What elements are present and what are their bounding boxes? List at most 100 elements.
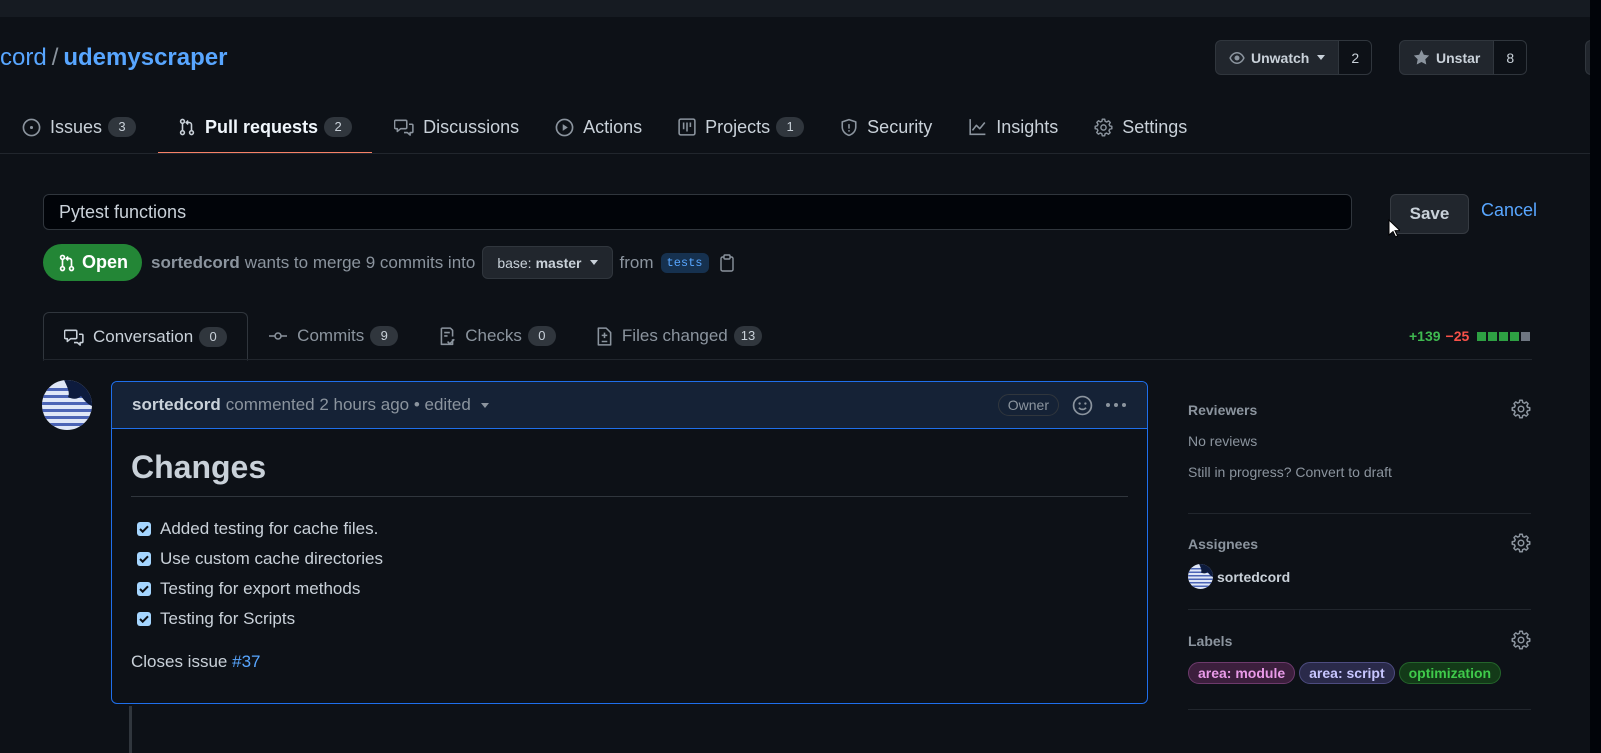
- graph-icon: [969, 119, 986, 136]
- repo-title: cord / udemyscraper: [0, 42, 227, 74]
- tab-projects-label: Projects: [705, 116, 771, 137]
- tab-actions-label: Actions: [583, 116, 643, 137]
- tab-discussions[interactable]: Discussions: [380, 102, 533, 152]
- merge-info: sortedcord wants to merge 9 commits into…: [151, 246, 735, 279]
- repo-separator: /: [51, 44, 59, 71]
- convert-to-draft-link[interactable]: Still in progress? Convert to draft: [1188, 464, 1531, 480]
- label-area-script[interactable]: area: script: [1299, 662, 1395, 684]
- star-icon: [1413, 49, 1430, 65]
- comment-discussion-icon: [64, 329, 84, 346]
- project-board-icon: [678, 118, 696, 136]
- labels-list: area: module area: script optimization: [1188, 662, 1531, 684]
- gear-icon[interactable]: [1511, 630, 1531, 653]
- chevron-down-icon[interactable]: [480, 402, 489, 408]
- diffstat-box: [1521, 331, 1531, 341]
- gear-icon: [1094, 117, 1113, 137]
- projects-counter: 1: [776, 117, 805, 137]
- pull-requests-counter: 2: [324, 117, 353, 137]
- checkbox-checked[interactable]: [137, 552, 151, 566]
- checkbox-checked[interactable]: [137, 612, 151, 626]
- head-branch-link[interactable]: tests: [660, 252, 709, 273]
- gear-icon[interactable]: [1511, 399, 1531, 422]
- checkbox-checked[interactable]: [137, 582, 151, 596]
- issue-link[interactable]: #37: [232, 652, 260, 671]
- tab-projects[interactable]: Projects 1: [664, 102, 818, 152]
- assignee-name: sortedcord: [1217, 568, 1291, 585]
- chevron-down-icon: [589, 260, 598, 265]
- author-avatar[interactable]: [42, 380, 92, 430]
- pr-author-link[interactable]: sortedcord: [151, 253, 240, 273]
- tab-files-changed[interactable]: Files changed 13: [576, 312, 782, 360]
- files-changed-counter: 13: [733, 326, 763, 346]
- save-button[interactable]: Save: [1390, 194, 1469, 234]
- unstar-button[interactable]: Unstar: [1400, 41, 1493, 74]
- comment-author-link[interactable]: sortedcord: [132, 395, 221, 415]
- merge-text: wants to merge 9 commits into: [244, 252, 476, 272]
- checkbox-checked[interactable]: [137, 522, 151, 536]
- diffstat-box: [1477, 331, 1487, 341]
- issue-icon: [22, 118, 41, 136]
- conversation-counter: 0: [199, 326, 228, 347]
- assignees-heading[interactable]: Assignees: [1188, 536, 1531, 552]
- repo-nav: Issues 3 Pull requests 2 Discussions Act…: [0, 102, 1209, 154]
- assignee-item[interactable]: sortedcord: [1188, 564, 1531, 589]
- gear-icon[interactable]: [1511, 533, 1531, 556]
- tab-files-changed-label: Files changed: [621, 326, 728, 345]
- diffstat-box: [1499, 331, 1509, 341]
- base-prefix: base:: [497, 254, 532, 271]
- checklist-icon: [440, 326, 456, 345]
- pr-tabs: Conversation 0 Commits 9 Checks 0 Files …: [43, 312, 782, 361]
- star-button-group: Unstar 8: [1399, 40, 1528, 75]
- labels-heading[interactable]: Labels: [1188, 633, 1531, 649]
- unstar-label: Unstar: [1436, 49, 1481, 66]
- task-list-item: Use custom cache directories: [137, 544, 1128, 574]
- task-list: Added testing for cache files. Use custo…: [131, 514, 1128, 634]
- label-optimization[interactable]: optimization: [1398, 662, 1502, 684]
- timeline-line: [129, 706, 132, 753]
- tab-actions[interactable]: Actions: [541, 102, 656, 152]
- repo-owner-link[interactable]: cord: [0, 44, 47, 71]
- task-list-item: Testing for export methods: [137, 574, 1128, 604]
- tab-issues[interactable]: Issues 3: [0, 102, 150, 152]
- discussions-icon: [394, 119, 414, 136]
- cancel-link[interactable]: Cancel: [1481, 200, 1537, 221]
- no-reviews-text: No reviews: [1188, 433, 1258, 449]
- task-list-item: Testing for Scripts: [137, 604, 1128, 634]
- tab-checks[interactable]: Checks 0: [418, 312, 576, 360]
- unwatch-label: Unwatch: [1251, 49, 1310, 66]
- eye-icon: [1229, 51, 1245, 64]
- tab-security[interactable]: Security: [826, 102, 946, 152]
- reviewers-section: Reviewers No reviews Still in progress? …: [1188, 399, 1531, 480]
- tab-conversation[interactable]: Conversation 0: [43, 312, 249, 361]
- stargazers-count[interactable]: 8: [1493, 41, 1527, 74]
- task-list-item: Added testing for cache files.: [137, 514, 1128, 544]
- tab-insights[interactable]: Insights: [954, 102, 1072, 152]
- task-label: Added testing for cache files.: [160, 519, 379, 538]
- commits-counter: 9: [370, 326, 399, 346]
- diffstat-box: [1510, 331, 1520, 341]
- tab-commits[interactable]: Commits 9: [248, 312, 418, 360]
- diffstat[interactable]: +139 −25: [1409, 328, 1531, 344]
- tab-security-label: Security: [867, 116, 933, 137]
- tab-settings[interactable]: Settings: [1080, 102, 1201, 152]
- tab-pull-requests[interactable]: Pull requests 2: [158, 102, 373, 154]
- commit-icon: [269, 332, 288, 340]
- smiley-icon[interactable]: [1072, 395, 1093, 416]
- pr-title-input[interactable]: [43, 194, 1352, 230]
- kebab-horizontal-icon[interactable]: [1105, 402, 1127, 408]
- repo-name-link[interactable]: udemyscraper: [63, 44, 227, 71]
- base-branch-selector[interactable]: base: master: [482, 246, 613, 279]
- labels-section: Labels area: module area: script optimiz…: [1188, 630, 1531, 684]
- assignee-avatar: [1188, 564, 1213, 589]
- copy-icon[interactable]: [719, 253, 735, 272]
- unwatch-button[interactable]: Unwatch: [1216, 41, 1338, 74]
- comment-body: Changes Added testing for cache files. U…: [112, 429, 1147, 692]
- pr-state-label: Open: [82, 252, 129, 272]
- nav-divider: [0, 153, 1590, 154]
- comment-meta[interactable]: commented 2 hours ago • edited: [226, 395, 471, 415]
- label-area-module[interactable]: area: module: [1188, 662, 1296, 684]
- reviewers-heading[interactable]: Reviewers: [1188, 402, 1531, 418]
- watchers-count[interactable]: 2: [1338, 41, 1372, 74]
- shield-icon: [841, 118, 857, 136]
- tabs-divider: [43, 359, 1532, 360]
